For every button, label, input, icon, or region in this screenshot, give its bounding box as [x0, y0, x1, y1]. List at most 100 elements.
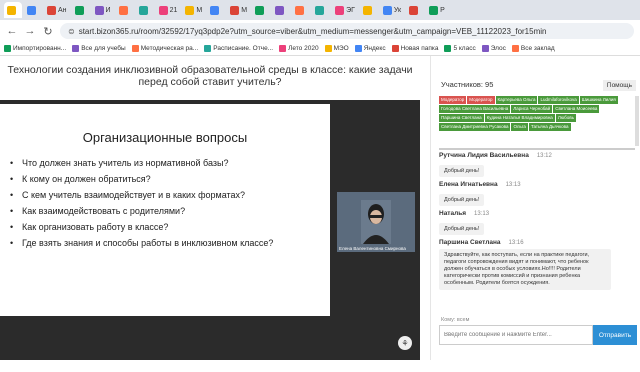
bookmark-label: Импортированн... [13, 45, 67, 52]
folder-icon [354, 45, 362, 52]
forward-icon[interactable]: → [24, 25, 36, 37]
speaker-video [361, 200, 391, 244]
chat-message: Рутчина Лидия Васильевна 13:12 Добрый день… [439, 152, 635, 177]
slide-point: Что должен знать учитель из нормативной … [10, 155, 330, 171]
slide-point: Где взять знания и способы работы в инкл… [10, 235, 330, 251]
folder-icon [444, 45, 452, 52]
browser-tab[interactable] [360, 2, 378, 18]
participant-chip[interactable]: Лариса Чернобай [511, 105, 553, 113]
bookmark-item[interactable]: Лето 2020 [279, 45, 319, 52]
browser-tab[interactable]: ЭГ [332, 2, 358, 18]
bookmark-item[interactable]: Импортированн... [4, 45, 66, 52]
tab-favicon-icon [74, 5, 84, 15]
bookmark-item[interactable]: Все заклад [511, 45, 555, 52]
browser-tab[interactable]: М [182, 2, 205, 18]
tab-strip: Ан И 21 М M ЭГ Ук Р [0, 0, 640, 20]
participant-chip[interactable]: Паршина Светлана [439, 114, 484, 122]
bookmark-item[interactable]: Все для учебы [72, 45, 126, 52]
recipient-label[interactable]: Кому: всем [441, 317, 469, 323]
tab-favicon-icon [138, 5, 148, 15]
browser-tab[interactable] [136, 2, 154, 18]
message-time: 13:16 [508, 240, 524, 246]
message-time: 13:13 [505, 182, 521, 188]
send-button[interactable]: Отправить [593, 325, 637, 345]
tab-favicon-icon [335, 5, 345, 15]
slide-point: Как взаимодействовать с родителями? [10, 203, 330, 219]
participant-chip[interactable]: Кудина Наталья Владимировна [484, 114, 555, 122]
bookmark-item[interactable]: Элос [481, 45, 506, 52]
folder-icon [511, 45, 519, 52]
bookmark-item[interactable]: МЭО [324, 45, 349, 52]
browser-tab[interactable] [72, 2, 90, 18]
participant-chip[interactable]: Шишкина Лилия [579, 96, 618, 104]
tab-label: M [241, 6, 248, 14]
browser-tab[interactable]: 21 [156, 2, 181, 18]
participant-chip[interactable]: Светлана Моисеева [553, 105, 600, 113]
browser-tab[interactable] [116, 2, 134, 18]
url-field[interactable]: ⊜ start.bizon365.ru/room/32592/17yq3pdp2… [60, 23, 634, 39]
bookmark-item[interactable]: 5 класс [444, 45, 476, 52]
folder-icon [131, 45, 139, 52]
tab-label: И [105, 6, 111, 14]
slide-point: Как организовать работу в классе? [10, 219, 330, 235]
browser-tab[interactable] [4, 2, 22, 18]
chat-message: Паршина Светлана 13:16 Здравствуйте, как п… [439, 239, 635, 290]
bookmark-label: МЭО [333, 45, 349, 52]
bookmark-item[interactable]: Яндекс [354, 45, 386, 52]
participant-chip[interactable]: Модератор [467, 96, 495, 104]
logo-icon[interactable]: ⚘ [398, 336, 412, 350]
chat-message: Наталья 13:13 Добрый день! [439, 210, 635, 235]
participant-chip[interactable]: Картерьева Ольга [495, 96, 538, 104]
chat-input[interactable] [439, 325, 593, 345]
reload-icon[interactable]: ↻ [42, 25, 54, 38]
browser-tab[interactable]: M [227, 2, 250, 18]
bookmark-item[interactable]: Новая папка [391, 45, 439, 52]
browser-tab[interactable]: Ан [44, 2, 70, 18]
bookmark-item[interactable]: Методическая ра... [131, 45, 198, 52]
tab-favicon-icon [94, 5, 104, 15]
browser-tab[interactable]: Ук [380, 2, 404, 18]
bookmark-label: Новая папка [400, 45, 439, 52]
browser-tab[interactable]: Р [426, 2, 448, 18]
browser-tab[interactable] [406, 2, 424, 18]
browser-tab[interactable] [252, 2, 270, 18]
tab-label: Ан [58, 6, 67, 14]
bookmark-item[interactable]: Расписание. Отче... [204, 45, 273, 52]
message-text: Добрый день! [439, 194, 485, 206]
message-author: Наталья 13:13 [439, 210, 635, 217]
participants-scrollbar[interactable] [635, 96, 639, 146]
browser-tab[interactable] [24, 2, 42, 18]
participant-chip[interactable]: Светлана Дмитриевна Русакова [439, 123, 511, 131]
tab-favicon-icon [429, 5, 439, 15]
participant-chip[interactable]: Модератор [439, 96, 467, 104]
author-name: Паршина Светлана [439, 239, 501, 246]
participant-chip[interactable]: Голодова Светлана Васильевна [439, 105, 511, 113]
browser-tab[interactable] [292, 2, 310, 18]
help-button[interactable]: Помощь [602, 80, 636, 91]
bookmark-label: Расписание. Отче... [213, 45, 274, 52]
bookmark-label: Лето 2020 [288, 45, 319, 52]
url-text: start.bizon365.ru/room/32592/17yq3pdp2e?… [78, 26, 547, 36]
browser-tab[interactable]: И [92, 2, 114, 18]
divider [439, 148, 635, 150]
tab-favicon-icon [382, 5, 392, 15]
tab-favicon-icon [118, 5, 128, 15]
browser-tab[interactable] [207, 2, 225, 18]
tab-favicon-icon [47, 5, 56, 15]
browser-tab[interactable] [312, 2, 330, 18]
bookmarks-bar: Импортированн... Все для учебы Методическа… [0, 42, 640, 56]
bookmark-label: Яндекс [363, 45, 386, 52]
participant-chip[interactable]: Татьяна Дьячкова [528, 123, 571, 131]
bookmark-label: Все для учебы [81, 45, 126, 52]
participants-list: Модератор Модератор Картерьева Ольга Ludmil… [439, 96, 635, 131]
site-info-icon[interactable]: ⊜ [68, 27, 75, 36]
folder-icon [4, 45, 11, 52]
bookmark-label: Все заклад [520, 45, 555, 52]
participant-chip[interactable]: Любовь [555, 114, 576, 122]
participant-chip[interactable]: Ольга [511, 123, 528, 131]
author-name: Рутчина Лидия Васильевна [439, 152, 529, 159]
back-icon[interactable]: ← [6, 25, 18, 37]
browser-tab[interactable] [272, 2, 290, 18]
participant-chip[interactable]: Ludmilaforovikova [538, 96, 579, 104]
speaker-camera: Елена Валентиновна Смирнова [337, 192, 415, 252]
